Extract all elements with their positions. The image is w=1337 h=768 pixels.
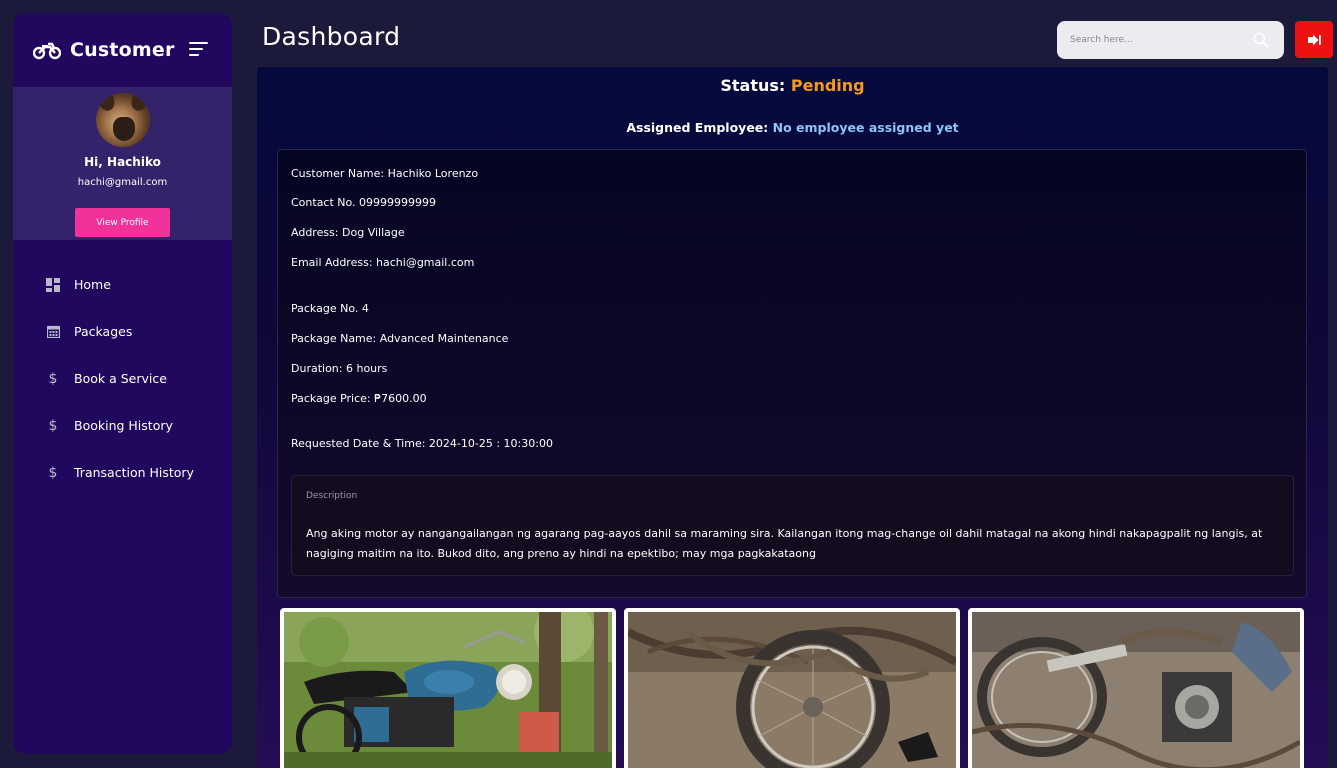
calendar-icon <box>46 325 60 339</box>
description-box: Description Ang aking motor ay nangangai… <box>291 475 1294 576</box>
dollar-icon: $ <box>48 464 58 481</box>
sidebar-nav: Home Packages $ Book a Service $ Booking… <box>13 261 232 496</box>
sidebar-item-packages[interactable]: Packages <box>13 308 232 355</box>
sidebar-item-label: Home <box>74 277 111 292</box>
booking-panel: Status: Pending Assigned Employee: No em… <box>257 67 1328 768</box>
page-title: Dashboard <box>262 22 401 51</box>
package-price: Package Price: ₱7600.00 <box>291 392 427 405</box>
avatar <box>95 93 150 147</box>
booking-details-card: Customer Name: Hachiko Lorenzo Contact N… <box>277 149 1307 598</box>
search-input[interactable] <box>1070 35 1250 45</box>
assigned-employee-label: Assigned Employee: <box>626 120 769 135</box>
duration: Duration: 6 hours <box>291 362 388 375</box>
description-label: Description <box>306 491 358 501</box>
sidebar: Customer Hi, Hachiko hachi@gmail.com Vie… <box>13 13 232 754</box>
dashboard-grid-icon <box>46 277 60 292</box>
status-badge: Pending <box>790 76 865 95</box>
customer-name: Customer Name: Hachiko Lorenzo <box>291 167 479 180</box>
sidebar-item-book-a-service[interactable]: $ Book a Service <box>13 355 232 402</box>
view-profile-button[interactable]: View Profile <box>75 208 170 237</box>
sidebar-item-label: Book a Service <box>74 371 167 386</box>
status-line: Status: Pending <box>257 76 1328 95</box>
dollar-icon: $ <box>48 370 58 387</box>
profile-card: Hi, Hachiko hachi@gmail.com View Profile <box>13 87 232 240</box>
sidebar-item-transaction-history[interactable]: $ Transaction History <box>13 449 232 496</box>
sidebar-item-label: Transaction History <box>74 465 194 480</box>
package-number: Package No. 4 <box>291 302 369 315</box>
search-icon[interactable] <box>1253 32 1269 48</box>
contact-number: Contact No. 09999999999 <box>291 196 437 209</box>
address: Address: Dog Village <box>291 226 405 239</box>
assigned-employee-line: Assigned Employee: No employee assigned … <box>257 120 1328 135</box>
menu-toggle-icon[interactable] <box>189 42 208 60</box>
email-address: Email Address: hachi@gmail.com <box>291 256 475 269</box>
motorcycle-photo[interactable] <box>280 608 616 768</box>
logout-button[interactable] <box>1295 21 1333 58</box>
sidebar-item-home[interactable]: Home <box>13 261 232 308</box>
search-bar <box>1057 21 1284 59</box>
logout-icon <box>1308 34 1321 45</box>
status-label: Status: <box>720 76 786 95</box>
package-name: Package Name: Advanced Maintenance <box>291 332 509 345</box>
profile-greeting: Hi, Hachiko <box>84 155 161 169</box>
sidebar-item-label: Packages <box>74 324 133 339</box>
description-text: Ang aking motor ay nangangailangan ng ag… <box>306 527 1263 560</box>
profile-email: hachi@gmail.com <box>77 177 168 188</box>
dollar-icon: $ <box>48 417 58 434</box>
assigned-employee-value: No employee assigned yet <box>772 120 959 135</box>
motorcycle-icon <box>33 42 61 60</box>
sidebar-item-booking-history[interactable]: $ Booking History <box>13 402 232 449</box>
sidebar-brand-title: Customer <box>70 39 175 61</box>
requested-date-time: Requested Date & Time: 2024-10-25 : 10:3… <box>291 437 553 450</box>
sidebar-item-label: Booking History <box>74 418 173 433</box>
wrecked-motorcycle-photo[interactable] <box>968 608 1304 768</box>
damaged-wheel-photo[interactable] <box>624 608 960 768</box>
sidebar-brand: Customer <box>13 13 232 87</box>
